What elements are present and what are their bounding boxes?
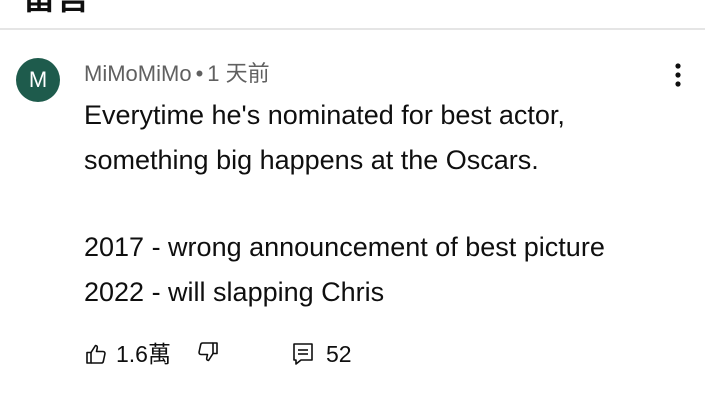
dislike-button[interactable] xyxy=(196,340,220,369)
reply-count: 52 xyxy=(326,341,352,367)
vertical-dots-icon xyxy=(675,63,681,87)
like-button[interactable]: 1.6萬 xyxy=(84,340,171,368)
more-options-button[interactable] xyxy=(668,60,688,90)
thumbs-up-icon xyxy=(86,344,106,364)
comment-line: Everytime he's nominated for best actor, xyxy=(84,100,565,130)
comment-actions: 1.6萬 52 xyxy=(84,338,444,370)
avatar[interactable]: M xyxy=(16,58,60,102)
comment-author[interactable]: MiMoMiMo xyxy=(84,61,192,86)
comment-text: Everytime he's nominated for best actor,… xyxy=(84,93,684,315)
header-divider xyxy=(0,28,705,30)
comment-blank-line xyxy=(84,183,684,225)
comment-line: 2022 - will slapping Chris xyxy=(84,277,385,307)
like-count: 1.6萬 xyxy=(116,341,171,367)
reply-button[interactable]: 52 xyxy=(292,340,352,368)
comment-meta: MiMoMiMo • 1 天前 xyxy=(84,60,270,88)
thumbs-down-icon xyxy=(198,342,218,362)
reply-comment-icon xyxy=(293,343,313,365)
meta-separator: • xyxy=(195,61,204,86)
comment-line: something big happens at the Oscars. xyxy=(84,145,539,175)
comment-page: 留言 M MiMoMiMo•1 天前 Everytime he's nomina… xyxy=(0,0,705,401)
comment-timestamp[interactable]: 1 天前 xyxy=(207,61,269,86)
comment-line: 2017 - wrong announcement of best pictur… xyxy=(84,232,605,262)
section-title: 留言 xyxy=(22,0,90,18)
